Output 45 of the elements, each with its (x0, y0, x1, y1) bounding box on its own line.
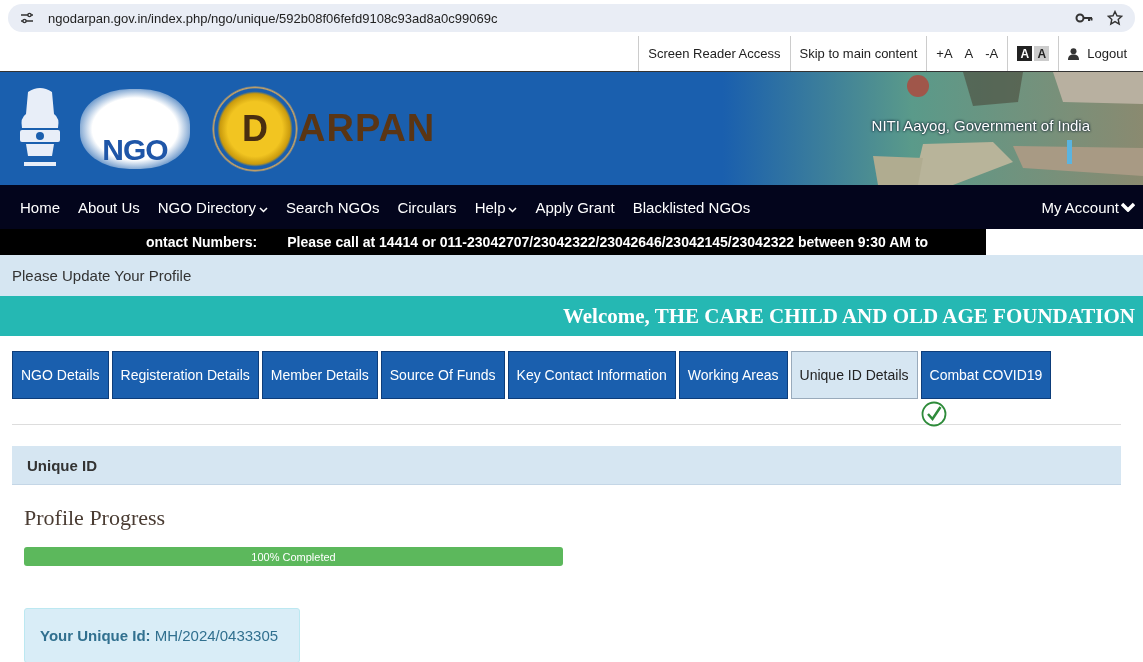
accessibility-link[interactable]: Skip to main content (789, 36, 927, 71)
ngo-logo: NGO (80, 88, 190, 169)
profile-tab[interactable]: Unique ID Details (790, 351, 918, 399)
ticker-message: Please call at 14414 or 011-23042707/23042322/23042646/23042145/23042322 between 9:30 AM to (287, 234, 929, 250)
accessibility-link[interactable]: Screen Reader Access (638, 36, 790, 71)
profile-tab[interactable]: Working Areas (678, 351, 788, 399)
chevron-icon (259, 206, 269, 213)
profile-tab[interactable]: Registeration Details (111, 351, 259, 399)
contrast-toggle[interactable]: A (1017, 46, 1033, 61)
nav-link[interactable]: Blacklisted NGOs (623, 198, 760, 216)
profile-tab[interactable]: Source Of Funds (380, 351, 505, 399)
unique-id-box: Your Unique Id: MH/2024/0433305 (24, 608, 300, 662)
darpan-logo: D ARPAN (212, 85, 436, 172)
profile-notice: Please Update Your Profile (12, 267, 192, 284)
nav-link[interactable]: About Us (69, 198, 149, 216)
chevron-icon (508, 206, 518, 213)
section-title: Unique ID (27, 456, 97, 474)
font-size-link[interactable]: -A (985, 46, 999, 61)
account-menu[interactable]: My Account (1041, 198, 1135, 216)
progress-reading: 100% Completed (251, 550, 336, 563)
nav-link[interactable]: Home (11, 198, 69, 216)
nav-link[interactable]: NGO Directory (148, 198, 278, 216)
contrast-toggle[interactable]: A (1034, 46, 1050, 61)
font-size-link[interactable]: +A (936, 46, 953, 61)
key-icon[interactable] (1075, 13, 1093, 23)
user-icon (1068, 47, 1080, 60)
nav-link[interactable]: Search NGOs (277, 198, 389, 216)
unique-id-value: MH/2024/0433305 (154, 627, 279, 644)
tagline: NITI Aayog, Government of India (871, 117, 1090, 134)
profile-tab[interactable]: Combat COVID19 (920, 351, 1052, 399)
star-icon[interactable] (1107, 10, 1123, 26)
nav-link[interactable]: Help (465, 198, 527, 216)
welcome-text: Welcome, THE CARE CHILD AND OLD AGE FOUNDATION (562, 303, 1135, 329)
profile-tab[interactable]: Key Contact Information (507, 351, 676, 399)
nav-link[interactable]: Apply Grant (526, 198, 624, 216)
chevron-icon (1121, 202, 1135, 212)
progress-title: Profile Progress (24, 505, 167, 531)
profile-tab[interactable]: Member Details (261, 351, 378, 399)
logout-link[interactable]: Logout (1058, 36, 1143, 71)
address-bar[interactable]: ngodarpan.gov.in/index.php/ngo/unique/592b08f06fefd9108c93ad8a0c99069c (8, 4, 1135, 32)
nav-link[interactable]: Circulars (388, 198, 466, 216)
profile-tab[interactable]: NGO Details (12, 351, 109, 399)
font-size-link[interactable]: A (964, 46, 974, 61)
ticker-label: ontact Numbers: (146, 234, 258, 250)
site-settings-icon[interactable] (20, 12, 34, 24)
